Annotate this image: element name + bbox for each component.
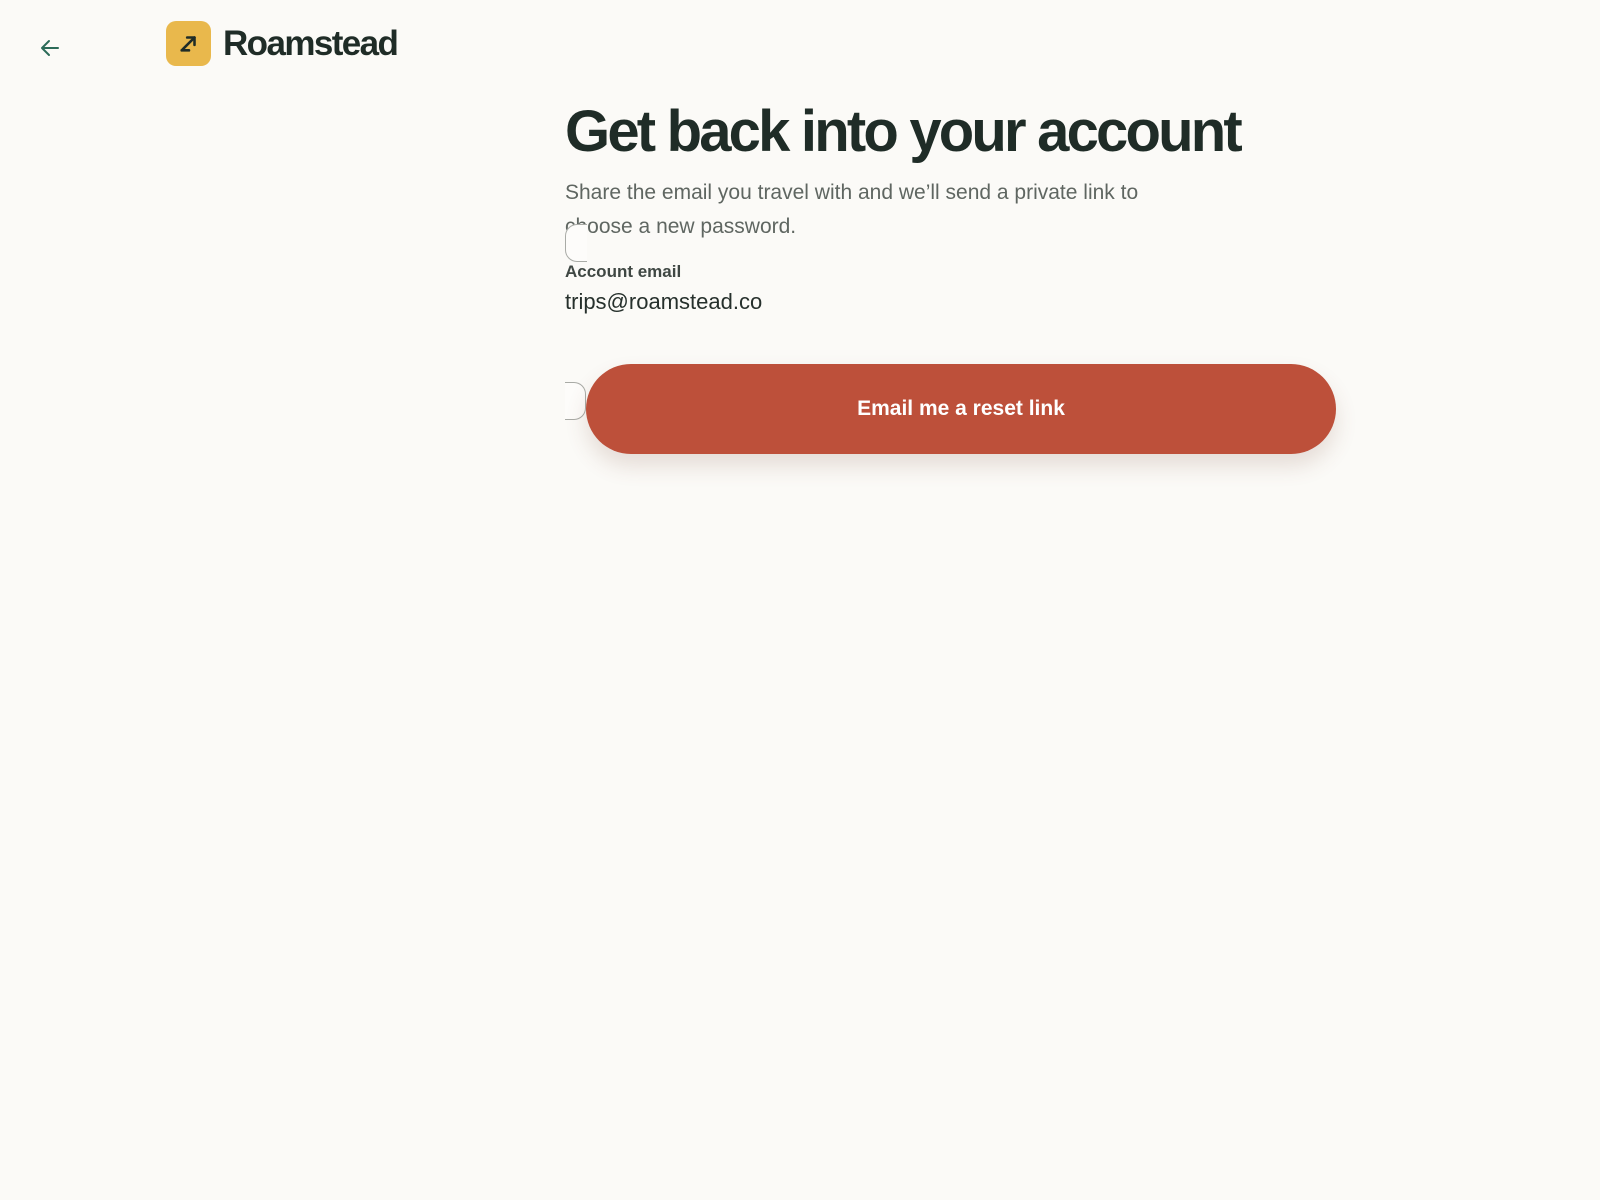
page-subtitle: Share the email you travel with and we’l…	[565, 181, 1139, 238]
reset-password-panel: Get back into your account Share the ema…	[565, 96, 1336, 454]
back-button[interactable]	[34, 32, 66, 64]
page-title: Get back into your account	[565, 99, 1243, 164]
email-field-label: Account email	[565, 262, 682, 281]
arrow-left-icon	[41, 40, 59, 56]
arrow-diagonal-icon	[179, 36, 196, 52]
email-input[interactable]	[565, 288, 1315, 316]
send-reset-link-button[interactable]: Email me a reset link	[586, 364, 1336, 454]
brand-logo[interactable]: Roamstead	[166, 20, 399, 66]
brand-name: Roamstead	[223, 23, 399, 63]
brand-mark	[166, 20, 211, 66]
